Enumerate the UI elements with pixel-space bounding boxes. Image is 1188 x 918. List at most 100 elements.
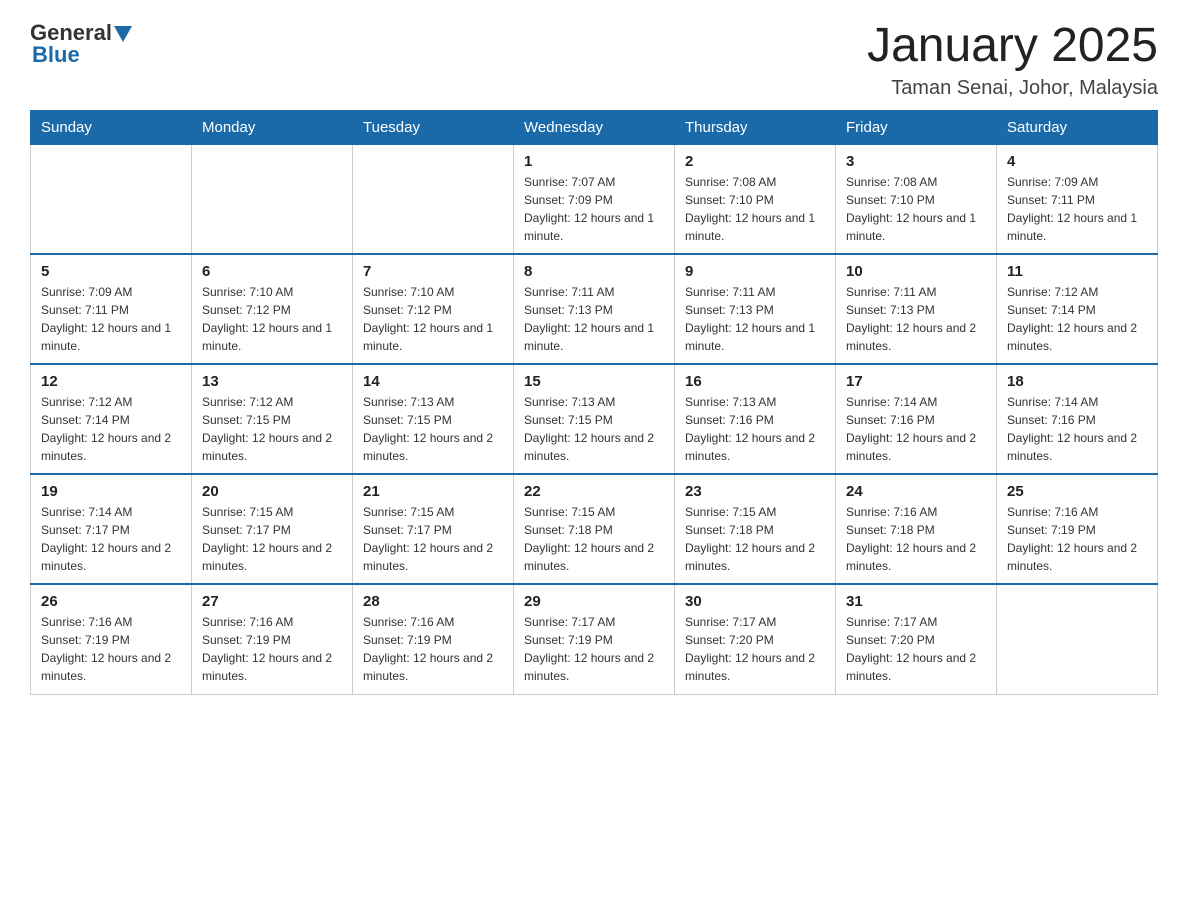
day-info: Sunrise: 7:11 AM Sunset: 7:13 PM Dayligh… [685, 283, 825, 355]
calendar-day-cell [31, 144, 192, 254]
day-number: 27 [202, 593, 342, 610]
day-number: 9 [685, 263, 825, 280]
day-number: 2 [685, 153, 825, 170]
calendar-day-cell: 3 Sunrise: 7:08 AM Sunset: 7:10 PM Daylig… [836, 144, 997, 254]
day-number: 31 [846, 593, 986, 610]
calendar-day-cell: 29 Sunrise: 7:17 AM Sunset: 7:19 PM Dayli… [514, 584, 675, 694]
day-number: 17 [846, 373, 986, 390]
day-number: 3 [846, 153, 986, 170]
calendar-day-cell: 1Sunrise: 7:07 AM Sunset: 7:09 PM Daylig… [514, 144, 675, 254]
calendar-week-row: 1Sunrise: 7:07 AM Sunset: 7:09 PM Daylig… [31, 144, 1158, 254]
day-info: Sunrise: 7:08 AM Sunset: 7:10 PM Dayligh… [846, 173, 986, 245]
day-number: 10 [846, 263, 986, 280]
calendar-body: 1Sunrise: 7:07 AM Sunset: 7:09 PM Daylig… [31, 144, 1158, 694]
day-info: Sunrise: 7:16 AM Sunset: 7:19 PM Dayligh… [363, 613, 503, 685]
calendar-day-cell: 10 Sunrise: 7:11 AM Sunset: 7:13 PM Dayli… [836, 254, 997, 364]
calendar-table: SundayMondayTuesdayWednesdayThursdayFrid… [30, 110, 1158, 695]
calendar-day-cell: 23 Sunrise: 7:15 AM Sunset: 7:18 PM Dayli… [675, 474, 836, 584]
day-number: 5 [41, 263, 181, 280]
day-of-week-header: Saturday [997, 110, 1158, 144]
day-info: Sunrise: 7:15 AM Sunset: 7:18 PM Dayligh… [524, 503, 664, 575]
day-of-week-header: Monday [192, 110, 353, 144]
calendar-day-cell: 9 Sunrise: 7:11 AM Sunset: 7:13 PM Daylig… [675, 254, 836, 364]
calendar-header: SundayMondayTuesdayWednesdayThursdayFrid… [31, 110, 1158, 144]
day-number: 16 [685, 373, 825, 390]
day-number: 18 [1007, 373, 1147, 390]
day-of-week-header: Thursday [675, 110, 836, 144]
title-area: January 2025 Taman Senai, Johor, Malaysi… [867, 20, 1158, 100]
day-number: 6 [202, 263, 342, 280]
calendar-day-cell: 21 Sunrise: 7:15 AM Sunset: 7:17 PM Dayli… [353, 474, 514, 584]
day-info: Sunrise: 7:17 AM Sunset: 7:19 PM Dayligh… [524, 613, 664, 685]
calendar-day-cell: 11Sunrise: 7:12 AM Sunset: 7:14 PM Dayli… [997, 254, 1158, 364]
day-info: Sunrise: 7:07 AM Sunset: 7:09 PM Dayligh… [524, 173, 664, 245]
calendar-week-row: 19 Sunrise: 7:14 AM Sunset: 7:17 PM Dayli… [31, 474, 1158, 584]
days-of-week-row: SundayMondayTuesdayWednesdayThursdayFrid… [31, 110, 1158, 144]
day-info: Sunrise: 7:16 AM Sunset: 7:19 PM Dayligh… [41, 613, 181, 685]
day-info: Sunrise: 7:13 AM Sunset: 7:15 PM Dayligh… [524, 393, 664, 465]
calendar-day-cell: 22Sunrise: 7:15 AM Sunset: 7:18 PM Dayli… [514, 474, 675, 584]
location-title: Taman Senai, Johor, Malaysia [867, 77, 1158, 100]
day-info: Sunrise: 7:10 AM Sunset: 7:12 PM Dayligh… [202, 283, 342, 355]
day-number: 30 [685, 593, 825, 610]
day-of-week-header: Friday [836, 110, 997, 144]
day-info: Sunrise: 7:15 AM Sunset: 7:17 PM Dayligh… [202, 503, 342, 575]
calendar-day-cell: 6 Sunrise: 7:10 AM Sunset: 7:12 PM Daylig… [192, 254, 353, 364]
day-number: 8 [524, 263, 664, 280]
day-number: 25 [1007, 483, 1147, 500]
calendar-day-cell: 16 Sunrise: 7:13 AM Sunset: 7:16 PM Dayli… [675, 364, 836, 474]
calendar-day-cell: 18 Sunrise: 7:14 AM Sunset: 7:16 PM Dayli… [997, 364, 1158, 474]
calendar-day-cell: 13Sunrise: 7:12 AM Sunset: 7:15 PM Dayli… [192, 364, 353, 474]
day-info: Sunrise: 7:10 AM Sunset: 7:12 PM Dayligh… [363, 283, 503, 355]
calendar-day-cell: 12 Sunrise: 7:12 AM Sunset: 7:14 PM Dayli… [31, 364, 192, 474]
day-info: Sunrise: 7:17 AM Sunset: 7:20 PM Dayligh… [846, 613, 986, 685]
day-number: 24 [846, 483, 986, 500]
day-info: Sunrise: 7:15 AM Sunset: 7:17 PM Dayligh… [363, 503, 503, 575]
logo-blue-text: Blue [32, 42, 80, 68]
day-number: 4 [1007, 153, 1147, 170]
calendar-day-cell: 19 Sunrise: 7:14 AM Sunset: 7:17 PM Dayli… [31, 474, 192, 584]
day-number: 7 [363, 263, 503, 280]
page-header: General Blue January 2025 Taman Senai, J… [30, 20, 1158, 100]
day-info: Sunrise: 7:08 AM Sunset: 7:10 PM Dayligh… [685, 173, 825, 245]
day-info: Sunrise: 7:12 AM Sunset: 7:14 PM Dayligh… [1007, 283, 1147, 355]
calendar-day-cell: 28Sunrise: 7:16 AM Sunset: 7:19 PM Dayli… [353, 584, 514, 694]
calendar-day-cell [192, 144, 353, 254]
month-title: January 2025 [867, 20, 1158, 73]
calendar-week-row: 26 Sunrise: 7:16 AM Sunset: 7:19 PM Dayli… [31, 584, 1158, 694]
day-info: Sunrise: 7:13 AM Sunset: 7:16 PM Dayligh… [685, 393, 825, 465]
day-info: Sunrise: 7:14 AM Sunset: 7:17 PM Dayligh… [41, 503, 181, 575]
day-number: 19 [41, 483, 181, 500]
calendar-day-cell: 30 Sunrise: 7:17 AM Sunset: 7:20 PM Dayli… [675, 584, 836, 694]
calendar-day-cell: 14Sunrise: 7:13 AM Sunset: 7:15 PM Dayli… [353, 364, 514, 474]
day-of-week-header: Tuesday [353, 110, 514, 144]
day-number: 26 [41, 593, 181, 610]
day-info: Sunrise: 7:15 AM Sunset: 7:18 PM Dayligh… [685, 503, 825, 575]
day-info: Sunrise: 7:17 AM Sunset: 7:20 PM Dayligh… [685, 613, 825, 685]
calendar-day-cell: 25 Sunrise: 7:16 AM Sunset: 7:19 PM Dayli… [997, 474, 1158, 584]
day-info: Sunrise: 7:12 AM Sunset: 7:14 PM Dayligh… [41, 393, 181, 465]
day-number: 23 [685, 483, 825, 500]
day-number: 29 [524, 593, 664, 610]
day-number: 21 [363, 483, 503, 500]
day-number: 15 [524, 373, 664, 390]
calendar-week-row: 12 Sunrise: 7:12 AM Sunset: 7:14 PM Dayli… [31, 364, 1158, 474]
day-info: Sunrise: 7:16 AM Sunset: 7:19 PM Dayligh… [1007, 503, 1147, 575]
day-info: Sunrise: 7:09 AM Sunset: 7:11 PM Dayligh… [1007, 173, 1147, 245]
logo: General Blue [30, 20, 132, 68]
calendar-day-cell: 20 Sunrise: 7:15 AM Sunset: 7:17 PM Dayli… [192, 474, 353, 584]
day-number: 20 [202, 483, 342, 500]
logo-triangle-icon [114, 26, 132, 42]
calendar-day-cell: 7 Sunrise: 7:10 AM Sunset: 7:12 PM Daylig… [353, 254, 514, 364]
day-info: Sunrise: 7:11 AM Sunset: 7:13 PM Dayligh… [846, 283, 986, 355]
calendar-day-cell: 27Sunrise: 7:16 AM Sunset: 7:19 PM Dayli… [192, 584, 353, 694]
calendar-day-cell: 26 Sunrise: 7:16 AM Sunset: 7:19 PM Dayli… [31, 584, 192, 694]
day-info: Sunrise: 7:11 AM Sunset: 7:13 PM Dayligh… [524, 283, 664, 355]
day-number: 14 [363, 373, 503, 390]
day-info: Sunrise: 7:09 AM Sunset: 7:11 PM Dayligh… [41, 283, 181, 355]
day-number: 12 [41, 373, 181, 390]
calendar-day-cell: 5 Sunrise: 7:09 AM Sunset: 7:11 PM Daylig… [31, 254, 192, 364]
day-info: Sunrise: 7:14 AM Sunset: 7:16 PM Dayligh… [1007, 393, 1147, 465]
calendar-day-cell: 24 Sunrise: 7:16 AM Sunset: 7:18 PM Dayli… [836, 474, 997, 584]
day-info: Sunrise: 7:16 AM Sunset: 7:18 PM Dayligh… [846, 503, 986, 575]
